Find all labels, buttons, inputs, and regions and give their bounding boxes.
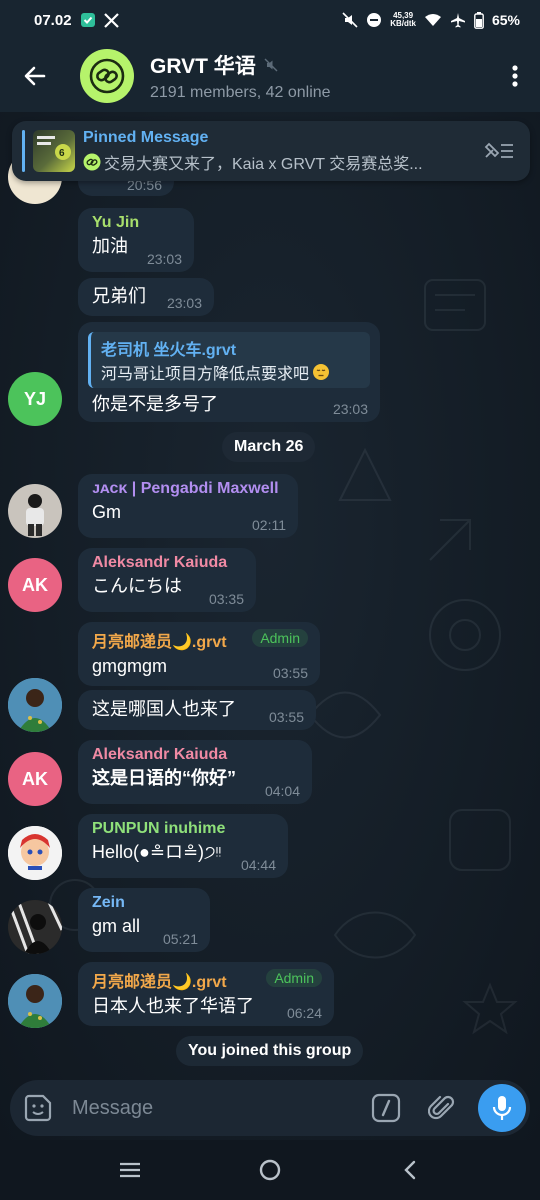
sender-name[interactable]: PUNPUN inuhime: [92, 820, 274, 838]
sticker-emoji-icon: [24, 1094, 52, 1122]
message-input-bar: [10, 1080, 530, 1136]
sender-name[interactable]: Zein: [92, 894, 196, 912]
message-text: gmgmgm: [92, 656, 168, 676]
message-bubble[interactable]: 这是哪国人也来了 03:55: [78, 690, 316, 730]
avatar-photo-person: [8, 678, 62, 732]
app-root: 07.02 45,39 KB/dtk 65% GRVT 华语 2191 memb…: [0, 0, 540, 1200]
system-back-button[interactable]: [380, 1145, 440, 1195]
svg-text:6: 6: [59, 148, 65, 159]
message-bubble[interactable]: 兄弟们 23:03: [78, 278, 214, 316]
message-input[interactable]: [72, 1096, 362, 1120]
avatar-initials: AK: [22, 768, 48, 789]
message-bubble[interactable]: Aleksandr Kaiuda こんにちは 03:35: [78, 548, 256, 612]
admin-badge: Admin: [266, 969, 322, 987]
avatar[interactable]: YJ: [8, 372, 62, 426]
sender-name[interactable]: ᴊᴀᴄᴋ | Pengabdi Maxwell: [92, 480, 284, 498]
avatar[interactable]: AK: [8, 752, 62, 806]
avatar-photo-person: [8, 974, 62, 1028]
pinned-thumbnail: 6: [33, 130, 75, 172]
message-bubble[interactable]: 月亮邮递员🌙.grvt Admin 日本人也来了华语了 06:24: [78, 962, 334, 1026]
reply-sender: 老司机 坐火车.grvt: [101, 342, 237, 359]
avatar-photo-person: [8, 900, 62, 954]
pin-accent-bar: [22, 130, 25, 172]
message-bubble[interactable]: Aleksandr Kaiuda 这是日语的“你好” 04:04: [78, 740, 312, 804]
system-nav-bar: [0, 1140, 540, 1200]
sender-name[interactable]: Aleksandr Kaiuda: [92, 746, 298, 764]
message-time: 03:35: [208, 591, 244, 607]
message-time: 06:24: [286, 1005, 322, 1021]
sender-name[interactable]: Aleksandr Kaiuda: [92, 554, 242, 572]
message-time: 04:44: [240, 857, 276, 873]
chevron-left-icon: [404, 1160, 416, 1180]
pinned-preview-text: 交易大赛又来了，Kaia x GRVT 交易赛总奖...: [104, 155, 423, 173]
avatar-initials: YJ: [23, 388, 47, 409]
message-time: 23:03: [166, 295, 202, 311]
message-text: 加油: [92, 236, 128, 256]
avatar[interactable]: [8, 974, 62, 1028]
message-bubble[interactable]: 月亮邮递员🌙.grvt Admin gmgmgm 03:55: [78, 622, 320, 686]
avatar-photo-person: [26, 494, 44, 536]
avatar[interactable]: AK: [8, 558, 62, 612]
message-text: 这是哪国人也来了: [92, 699, 236, 719]
pin-list-icon: [484, 142, 513, 158]
emoji-button[interactable]: [10, 1080, 66, 1136]
reply-text-content: 河马哥让项目方降低点要求吧: [101, 366, 310, 383]
message-bubble[interactable]: ᴊᴀᴄᴋ | Pengabdi Maxwell Gm 02:11: [78, 474, 298, 538]
paperclip-icon: [428, 1095, 455, 1120]
message-time: 03:55: [268, 709, 304, 725]
home-circle-icon: [259, 1159, 281, 1181]
pinned-list-button[interactable]: [482, 134, 516, 168]
link-chain-icon: [83, 153, 101, 170]
message-time: 02:11: [252, 517, 286, 533]
pinned-message-bar[interactable]: 6 Pinned Message 交易大赛又来了，Kaia x GRVT 交易赛…: [12, 121, 530, 181]
message-text: Gm: [92, 502, 121, 522]
home-button[interactable]: [240, 1145, 300, 1195]
message-text: 兄弟们: [92, 286, 146, 306]
voice-record-button[interactable]: [478, 1084, 526, 1132]
avatar[interactable]: [8, 484, 62, 538]
message-bubble[interactable]: Zein gm all 05:21: [78, 888, 210, 952]
recents-button[interactable]: [100, 1145, 160, 1195]
admin-badge: Admin: [252, 629, 308, 647]
attach-button[interactable]: [420, 1086, 464, 1130]
message-time: 23:03: [332, 401, 368, 417]
message-time: 05:21: [162, 931, 198, 947]
message-bubble[interactable]: 老司机 坐火车.grvt 河马哥让项目方降低点要求吧 你是不是多号了 23:03: [78, 322, 380, 422]
message-text: 日本人也来了华语了: [92, 996, 254, 1016]
pensive-emoji-icon: [313, 364, 330, 380]
slash-command-icon: [371, 1093, 401, 1123]
avatar-photo-character: [8, 826, 62, 880]
recents-icon: [120, 1162, 140, 1178]
bot-commands-button[interactable]: [364, 1086, 408, 1130]
sender-name[interactable]: Yu Jin: [92, 214, 180, 232]
reply-quote[interactable]: 老司机 坐火车.grvt 河马哥让项目方降低点要求吧: [88, 332, 370, 388]
message-bubble[interactable]: PUNPUN inuhime Hello(●≗ロ≗)੭ᵎᵎ 04:44: [78, 814, 288, 878]
reply-text: 河马哥让项目方降低点要求吧: [101, 360, 360, 384]
pinned-text: Pinned Message 交易大赛又来了，Kaia x GRVT 交易赛总奖…: [83, 129, 463, 174]
message-text: 这是日语的“你好”: [92, 768, 236, 788]
avatar-initials: AK: [22, 574, 48, 595]
message-bubble[interactable]: Yu Jin 加油 23:03: [78, 208, 194, 272]
service-message: You joined this group: [176, 1036, 364, 1066]
message-time: 03:55: [272, 665, 308, 681]
message-time: 04:04: [264, 783, 300, 799]
message-text: Hello(●≗ロ≗)੭ᵎᵎ: [92, 842, 222, 862]
pinned-preview: 交易大赛又来了，Kaia x GRVT 交易赛总奖...: [83, 150, 463, 174]
pinned-label: Pinned Message: [83, 128, 209, 146]
message-time: 23:03: [146, 251, 182, 267]
avatar[interactable]: [8, 678, 62, 732]
message-text: こんにちは: [92, 576, 182, 596]
microphone-icon: [492, 1096, 512, 1120]
avatar[interactable]: [8, 900, 62, 954]
message-text: gm all: [92, 916, 141, 936]
date-separator: March 26: [222, 432, 316, 462]
avatar[interactable]: [8, 826, 62, 880]
message-text: 你是不是多号了: [92, 394, 218, 414]
